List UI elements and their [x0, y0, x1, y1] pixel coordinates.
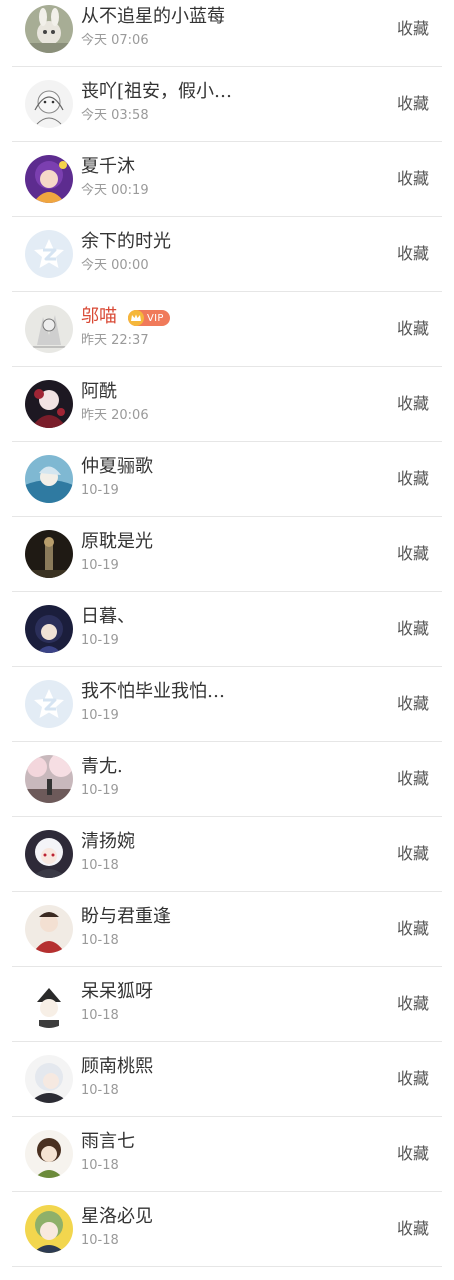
user-name[interactable]: 邬喵 — [81, 305, 117, 329]
user-name[interactable]: 我不怕毕业我怕… — [81, 680, 225, 704]
avatar[interactable] — [25, 1055, 73, 1103]
avatar[interactable] — [25, 755, 73, 803]
favorite-button[interactable]: 收藏 — [397, 1217, 429, 1241]
avatar[interactable] — [25, 1205, 73, 1253]
list-item[interactable]: 原耽是光 10-19 收藏 — [0, 517, 454, 592]
avatar[interactable] — [25, 1130, 73, 1178]
list-item[interactable]: 余下的时光今天 00:00 收藏 — [0, 217, 454, 292]
vip-label: VIP — [147, 312, 164, 324]
favorite-button[interactable]: 收藏 — [397, 317, 429, 341]
list-item[interactable]: 丧吖[祖安，假小… 今天 03:58 收藏 — [0, 67, 454, 142]
timestamp: 10-18 — [81, 933, 119, 948]
favorite-button[interactable]: 收藏 — [397, 1142, 429, 1166]
favorite-button[interactable]: 收藏 — [397, 167, 429, 191]
favorite-button[interactable]: 收藏 — [397, 917, 429, 941]
user-name[interactable]: 日暮、 — [81, 605, 135, 629]
user-name[interactable]: 仲夏骊歌 — [81, 455, 153, 479]
user-name[interactable]: 顾南桃熙 — [81, 1055, 153, 1079]
list-item[interactable]: 夏千沐今天 00:19 收藏 — [0, 142, 454, 217]
user-name[interactable]: 阿酰 — [81, 380, 117, 404]
user-name[interactable]: 清扬婉 — [81, 830, 135, 854]
crown-icon — [128, 310, 144, 326]
list-item[interactable]: 邬喵 VIP 昨天 22:37 收藏 — [0, 292, 454, 367]
timestamp: 昨天 22:37 — [81, 333, 149, 348]
vip-badge: VIP — [128, 310, 170, 326]
timestamp: 10-18 — [81, 1233, 119, 1248]
list-item[interactable]: 盼与君重逢 10-18 收藏 — [0, 892, 454, 967]
avatar[interactable] — [25, 530, 73, 578]
user-name[interactable]: 呆呆狐呀 — [81, 980, 153, 1004]
timestamp: 今天 07:06 — [81, 33, 149, 48]
list-item[interactable]: 我不怕毕业我怕… 10-19 收藏 — [0, 667, 454, 742]
avatar[interactable] — [25, 680, 73, 728]
list-item[interactable]: 星洛必见 10-18 收藏 — [0, 1192, 454, 1267]
timestamp: 今天 03:58 — [81, 108, 149, 123]
list-item[interactable]: 呆呆狐呀 10-18 收藏 — [0, 967, 454, 1042]
favorite-button[interactable]: 收藏 — [397, 392, 429, 416]
avatar[interactable] — [25, 305, 73, 353]
timestamp: 10-19 — [81, 633, 119, 648]
list-item[interactable]: 仲夏骊歌 10-19 收藏 — [0, 442, 454, 517]
user-name[interactable]: 雨言七 — [81, 1130, 135, 1154]
timestamp: 10-18 — [81, 1083, 119, 1098]
favorite-button[interactable]: 收藏 — [397, 467, 429, 491]
user-name[interactable]: 盼与君重逢 — [81, 905, 171, 929]
avatar[interactable] — [25, 605, 73, 653]
avatar[interactable] — [25, 230, 73, 278]
timestamp: 10-18 — [81, 858, 119, 873]
favorite-button[interactable]: 收藏 — [397, 92, 429, 116]
favorite-button[interactable]: 收藏 — [397, 842, 429, 866]
user-name[interactable]: 青尢. — [81, 755, 123, 779]
favorite-button[interactable]: 收藏 — [397, 992, 429, 1016]
favorite-button[interactable]: 收藏 — [397, 692, 429, 716]
timestamp: 10-18 — [81, 1158, 119, 1173]
favorite-button[interactable]: 收藏 — [397, 617, 429, 641]
timestamp: 10-18 — [81, 1008, 119, 1023]
avatar[interactable] — [25, 905, 73, 953]
divider — [12, 1266, 442, 1267]
favorite-button[interactable]: 收藏 — [397, 242, 429, 266]
user-name[interactable]: 丧吖[祖安，假小… — [81, 80, 232, 104]
avatar[interactable] — [25, 830, 73, 878]
list-item[interactable]: 清扬婉 10-18 收藏 — [0, 817, 454, 892]
timestamp: 10-19 — [81, 483, 119, 498]
timestamp: 昨天 20:06 — [81, 408, 149, 423]
avatar[interactable] — [25, 155, 73, 203]
favorite-button[interactable]: 收藏 — [397, 542, 429, 566]
list-item[interactable]: 从不追星的小蓝莓今天 07:06 收藏 — [0, 0, 454, 67]
avatar[interactable] — [25, 455, 73, 503]
user-name[interactable]: 原耽是光 — [81, 530, 153, 554]
favorite-button[interactable]: 收藏 — [397, 17, 429, 41]
list-item[interactable]: 阿酰昨天 20:06 收藏 — [0, 367, 454, 442]
user-name[interactable]: 星洛必见 — [81, 1205, 153, 1229]
favorites-list: 从不追星的小蓝莓 今天 07:06 收藏 丧吖[祖安，假小… 今天 03:58 收藏 夏千沐… — [0, 0, 454, 1267]
avatar[interactable] — [25, 380, 73, 428]
avatar[interactable] — [25, 980, 73, 1028]
favorite-button[interactable]: 收藏 — [397, 767, 429, 791]
timestamp: 10-19 — [81, 558, 119, 573]
timestamp: 今天 00:00 — [81, 258, 149, 273]
list-item[interactable]: 顾南桃熙 10-18 收藏 — [0, 1042, 454, 1117]
user-name[interactable]: 夏千沐 — [81, 155, 135, 179]
timestamp: 今天 00:19 — [81, 183, 149, 198]
avatar[interactable] — [25, 5, 73, 53]
list-item[interactable]: 日暮、 10-19 收藏 — [0, 592, 454, 667]
user-name[interactable]: 从不追星的小蓝莓 — [81, 5, 225, 29]
timestamp: 10-19 — [81, 783, 119, 798]
timestamp: 10-19 — [81, 708, 119, 723]
list-item[interactable]: 青尢. 10-19 收藏 — [0, 742, 454, 817]
avatar[interactable] — [25, 80, 73, 128]
list-item[interactable]: 雨言七 10-18 收藏 — [0, 1117, 454, 1192]
user-name[interactable]: 余下的时光 — [81, 230, 171, 254]
favorite-button[interactable]: 收藏 — [397, 1067, 429, 1091]
